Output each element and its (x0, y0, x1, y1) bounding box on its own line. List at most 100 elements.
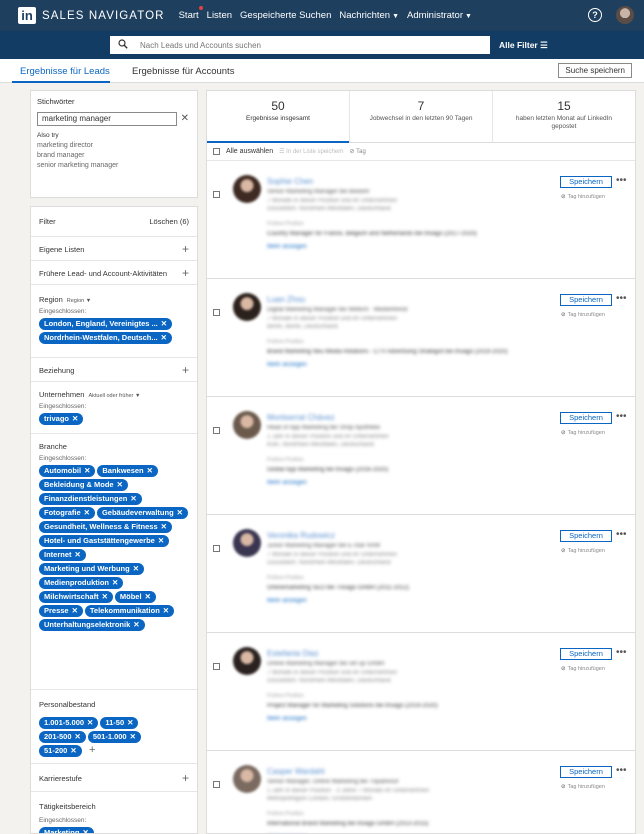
nav-start[interactable]: Start (179, 6, 203, 21)
add-tag-button[interactable]: ⊘ Tag hinzufügen (561, 666, 605, 672)
remove-filter-icon[interactable]: ✕ (117, 480, 123, 489)
linkedin-logo[interactable]: in (18, 7, 36, 24)
reset-filters-button[interactable]: Löschen (6) (149, 217, 189, 226)
remove-filter-icon[interactable]: ✕ (177, 508, 183, 517)
show-more-link[interactable]: Mehr anzeigen (267, 480, 307, 486)
more-options-icon[interactable]: ••• (616, 411, 627, 422)
filter-own-lists[interactable]: Eigene Listen + (31, 237, 197, 261)
nav-listen[interactable]: Listen (207, 10, 232, 21)
filter-relationship[interactable]: Beziehung + (31, 358, 197, 382)
keyword-suggestion[interactable]: senior marketing manager (37, 162, 191, 169)
add-tag-button[interactable]: ⊘ Tag hinzufügen (561, 784, 605, 790)
headcount-filter-pill[interactable]: 1.001-5.000 ✕ (39, 717, 99, 729)
lead-checkbox[interactable] (213, 309, 220, 316)
remove-filter-icon[interactable]: ✕ (70, 746, 76, 755)
industry-filter-pill[interactable]: Finanzdienstleistungen ✕ (39, 493, 142, 505)
plus-icon[interactable]: + (182, 363, 189, 377)
more-options-icon[interactable]: ••• (616, 529, 627, 540)
show-more-link[interactable]: Mehr anzeigen (267, 716, 307, 722)
remove-filter-icon[interactable]: ✕ (112, 578, 118, 587)
save-search-button[interactable]: Suche speichern (558, 63, 632, 78)
industry-filter-pill[interactable]: Hotel- und Gaststättengewerbe ✕ (39, 535, 170, 547)
company-filter-pill[interactable]: trivago ✕ (39, 413, 84, 425)
region-select[interactable]: Region ▼ (67, 298, 91, 304)
plus-icon[interactable]: + (182, 266, 189, 280)
lead-name[interactable]: Montserrat Chávez (267, 413, 335, 422)
more-options-icon[interactable]: ••• (616, 293, 627, 304)
save-lead-button[interactable]: Speichern (560, 766, 612, 778)
show-more-link[interactable]: Mehr anzeigen (267, 362, 307, 368)
help-icon[interactable]: ? (588, 8, 602, 22)
industry-filter-pill[interactable]: Medienproduktion ✕ (39, 577, 124, 589)
lead-photo[interactable] (233, 293, 261, 321)
lead-checkbox[interactable] (213, 427, 220, 434)
lead-checkbox[interactable] (213, 663, 220, 670)
show-more-link[interactable]: Mehr anzeigen (267, 598, 307, 604)
lead-photo[interactable] (233, 411, 261, 439)
show-more-link[interactable]: Mehr anzeigen (267, 244, 307, 250)
save-lead-button[interactable]: Speichern (560, 530, 612, 542)
industry-filter-pill[interactable]: Gebäudeverwaltung ✕ (96, 507, 188, 519)
industry-filter-pill[interactable]: Automobil ✕ (39, 465, 96, 477)
lead-photo[interactable] (233, 647, 261, 675)
region-filter-pill[interactable]: London, England, Vereinigtes ... ✕ (39, 318, 173, 330)
user-avatar[interactable] (616, 6, 634, 24)
keywords-input[interactable]: marketing manager (37, 112, 177, 126)
lead-name[interactable]: Estefania Diaz (267, 649, 319, 658)
remove-filter-icon[interactable]: ✕ (127, 718, 133, 727)
remove-filter-icon[interactable]: ✕ (163, 606, 169, 615)
lead-checkbox[interactable] (213, 191, 220, 198)
add-tag-button[interactable]: ⊘ Tag hinzufügen (561, 548, 605, 554)
plus-icon[interactable]: + (182, 242, 189, 256)
remove-filter-icon[interactable]: ✕ (72, 606, 78, 615)
headcount-filter-pill[interactable]: 51-200 ✕ (39, 745, 82, 757)
remove-filter-icon[interactable]: ✕ (84, 508, 90, 517)
remove-filter-icon[interactable]: ✕ (161, 333, 167, 342)
add-to-list-button[interactable]: ☰ In der Liste speichern (279, 148, 343, 155)
save-lead-button[interactable]: Speichern (560, 412, 612, 424)
stat-posted[interactable]: 15 haben letzten Monat auf LinkedIn gepo… (493, 91, 635, 142)
tab-accounts[interactable]: Ergebnisse für Accounts (132, 66, 234, 77)
industry-filter-pill[interactable]: Möbel ✕ (114, 591, 156, 603)
search-input[interactable] (110, 36, 490, 54)
industry-filter-pill[interactable]: Bekleidung & Mode ✕ (39, 479, 128, 491)
keyword-suggestion[interactable]: marketing director (37, 142, 191, 149)
company-select[interactable]: Aktuell oder früher ▼ (88, 393, 140, 399)
add-tag-button[interactable]: ⊘ Tag hinzufügen (561, 312, 605, 318)
close-icon[interactable]: ✕ (181, 113, 189, 124)
select-all-label[interactable]: Alle auswählen (226, 148, 273, 155)
stat-job-changes[interactable]: 7 Jobwechsel in den letzten 90 Tagen (350, 91, 493, 142)
remove-filter-icon[interactable]: ✕ (75, 732, 81, 741)
remove-filter-icon[interactable]: ✕ (87, 718, 93, 727)
industry-filter-pill[interactable]: Internet ✕ (39, 549, 86, 561)
tab-leads[interactable]: Ergebnisse für Leads (20, 66, 110, 77)
more-options-icon[interactable]: ••• (616, 765, 627, 776)
more-options-icon[interactable]: ••• (616, 175, 627, 186)
remove-filter-icon[interactable]: ✕ (145, 592, 151, 601)
headcount-filter-pill[interactable]: 11-50 ✕ (100, 717, 139, 729)
remove-filter-icon[interactable]: ✕ (133, 620, 139, 629)
plus-icon[interactable]: + (89, 744, 95, 756)
remove-filter-icon[interactable]: ✕ (72, 414, 78, 423)
stat-total[interactable]: 50 Ergebnisse insgesamt (207, 91, 350, 143)
keyword-suggestion[interactable]: brand manager (37, 152, 191, 159)
industry-filter-pill[interactable]: Unterhaltungselektronik ✕ (39, 619, 145, 631)
function-filter-pill[interactable]: Marketing ✕ (39, 827, 94, 833)
industry-filter-pill[interactable]: Milchwirtschaft ✕ (39, 591, 113, 603)
save-lead-button[interactable]: Speichern (560, 648, 612, 660)
remove-filter-icon[interactable]: ✕ (158, 536, 164, 545)
lead-name[interactable]: Sophie Chen (267, 177, 313, 186)
headcount-filter-pill[interactable]: 201-500 ✕ (39, 731, 86, 743)
remove-filter-icon[interactable]: ✕ (102, 592, 108, 601)
plus-icon[interactable]: + (182, 771, 189, 785)
industry-filter-pill[interactable]: Bankwesen ✕ (97, 465, 158, 477)
remove-filter-icon[interactable]: ✕ (75, 550, 81, 559)
lead-name[interactable]: Luan Zhou (267, 295, 305, 304)
nav-messages[interactable]: Nachrichten ▼ (339, 10, 399, 21)
filter-seniority[interactable]: Karrierestufe + (31, 764, 197, 792)
select-all-checkbox[interactable] (213, 148, 220, 155)
industry-filter-pill[interactable]: Telekommunikation ✕ (84, 605, 175, 617)
headcount-filter-pill[interactable]: 501-1.000 ✕ (87, 731, 141, 743)
remove-filter-icon[interactable]: ✕ (130, 494, 136, 503)
lead-photo[interactable] (233, 175, 261, 203)
